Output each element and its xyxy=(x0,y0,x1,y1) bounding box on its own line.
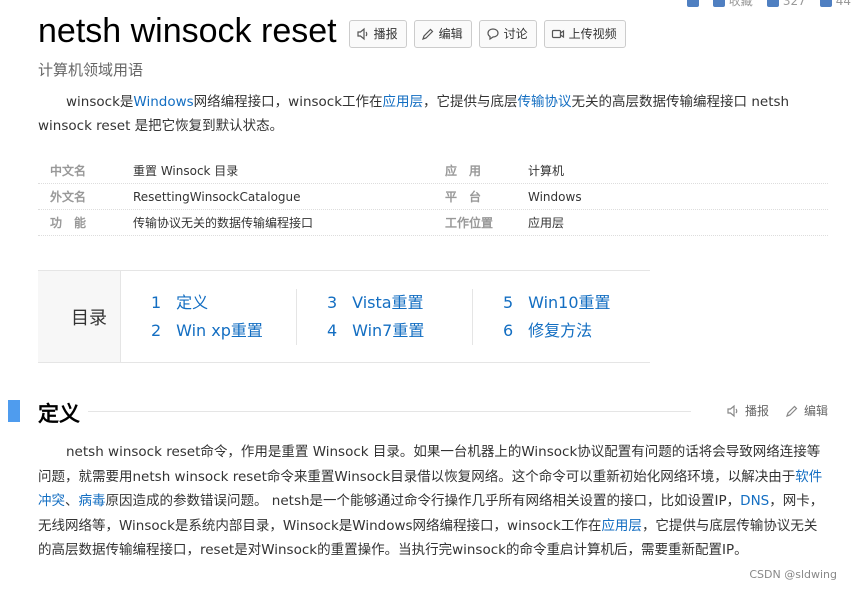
favorite-button[interactable]: 收藏 xyxy=(712,0,753,9)
info-key: 平 台 xyxy=(445,190,482,204)
info-value: ResettingWinsockCatalogue xyxy=(133,189,301,204)
toc-number: 4 xyxy=(327,321,338,340)
toc-body: 1 定义 2 Win xp重置 3 Vista重置 4 Win7重置 5 Win… xyxy=(121,271,650,362)
info-row: 功 能 传输协议无关的数据传输编程接口 工作位置 应用层 xyxy=(38,210,828,236)
section-header: 定义 播报 编辑 xyxy=(0,398,851,428)
toc-text: Win10重置 xyxy=(528,293,611,312)
section-divider xyxy=(38,411,691,412)
share-counter[interactable] xyxy=(686,0,699,9)
info-value: 应用层 xyxy=(528,216,565,230)
toc-number: 2 xyxy=(151,321,162,340)
share-arrow-icon xyxy=(819,0,832,7)
info-value: 传输协议无关的数据传输编程接口 xyxy=(133,216,314,230)
pencil-icon xyxy=(421,28,433,40)
section-edit-button[interactable]: 编辑 xyxy=(785,402,828,419)
star-icon xyxy=(712,0,725,7)
section-play-button[interactable]: 播报 xyxy=(726,402,769,419)
upload-video-button[interactable]: 上传视频 xyxy=(543,19,626,48)
link-windows[interactable]: Windows xyxy=(133,94,193,110)
link-application-layer[interactable]: 应用层 xyxy=(601,518,642,534)
share-button[interactable]: 44 xyxy=(819,0,851,9)
info-value: Windows xyxy=(528,189,582,204)
title-toolbar: 播报 编辑 讨论 上传视频 xyxy=(348,19,626,48)
info-value: 重置 Winsock 目录 xyxy=(133,164,239,178)
table-of-contents: 目录 1 定义 2 Win xp重置 3 Vista重置 4 Win7重置 5 … xyxy=(38,270,650,363)
upload-video-label: 上传视频 xyxy=(568,27,617,41)
page-title: netsh winsock reset xyxy=(38,12,337,50)
pencil-icon xyxy=(786,405,798,417)
section-play-label: 播报 xyxy=(744,404,769,418)
info-row: 中文名 重置 Winsock 目录 应 用 计算机 xyxy=(38,158,828,184)
basic-info-table: 中文名 重置 Winsock 目录 应 用 计算机 外文名 ResettingW… xyxy=(38,158,828,236)
toc-text: 修复方法 xyxy=(528,321,593,340)
share-count: 44 xyxy=(835,0,851,8)
edit-button[interactable]: 编辑 xyxy=(413,19,472,48)
toc-item-definition[interactable]: 1 定义 xyxy=(151,289,296,317)
toc-column: 5 Win10重置 6 修复方法 xyxy=(473,289,649,345)
info-key: 功 能 xyxy=(50,216,87,230)
top-stats-bar: 收藏 327 44 xyxy=(686,0,851,9)
toc-item-repair[interactable]: 6 修复方法 xyxy=(503,317,649,345)
toc-number: 3 xyxy=(327,293,338,312)
section-paragraph: netsh winsock reset命令，作用是重置 Winsock 目录。如… xyxy=(38,440,828,563)
summary-text: 网络编程接口，winsock工作在 xyxy=(193,94,383,110)
toc-number: 6 xyxy=(503,321,514,340)
watermark: CSDN @sldwing xyxy=(749,568,837,581)
subtitle: 计算机领域用语 xyxy=(38,61,144,79)
toc-text: Win7重置 xyxy=(352,321,425,340)
favorite-label: 收藏 xyxy=(728,0,753,8)
section-title: 定义 xyxy=(38,398,88,428)
toc-text: 定义 xyxy=(176,293,209,312)
link-virus[interactable]: 病毒 xyxy=(79,493,106,509)
toc-item-winxp[interactable]: 2 Win xp重置 xyxy=(151,317,296,345)
section-text: 原因造成的参数错误问题。 netsh是一个能够通过命令行操作几乎所有网络相关设置… xyxy=(105,493,741,509)
info-key: 应 用 xyxy=(445,164,482,178)
section-text: netsh winsock reset命令，作用是重置 Winsock 目录。如… xyxy=(38,444,821,485)
toc-item-win7[interactable]: 4 Win7重置 xyxy=(327,317,472,345)
info-key: 外文名 xyxy=(50,190,87,204)
summary-paragraph: winsock是Windows网络编程接口，winsock工作在应用层，它提供与… xyxy=(38,90,818,138)
play-button[interactable]: 播报 xyxy=(348,19,407,48)
discuss-button[interactable]: 讨论 xyxy=(478,19,537,48)
speaker-icon xyxy=(727,404,738,417)
toc-item-vista[interactable]: 3 Vista重置 xyxy=(327,289,472,317)
edit-label: 编辑 xyxy=(438,27,463,41)
like-button[interactable]: 327 xyxy=(766,0,806,9)
speaker-icon xyxy=(356,27,367,40)
toc-number: 5 xyxy=(503,293,514,312)
info-key: 中文名 xyxy=(50,164,87,178)
summary-text: winsock是 xyxy=(66,94,134,110)
toc-text: Vista重置 xyxy=(352,293,424,312)
discuss-label: 讨论 xyxy=(503,27,528,41)
section-toolbar: 播报 编辑 xyxy=(726,402,828,419)
link-transport-protocol[interactable]: 传输协议 xyxy=(518,94,572,110)
title-row: netsh winsock reset 播报 编辑 讨论 上传视频 xyxy=(38,12,626,51)
toc-column: 3 Vista重置 4 Win7重置 xyxy=(297,289,473,345)
link-dns[interactable]: DNS xyxy=(740,493,769,509)
like-count: 327 xyxy=(782,0,806,8)
summary-text: ，它提供与底层 xyxy=(423,94,518,110)
toc-label: 目录 xyxy=(38,271,121,362)
link-application-layer[interactable]: 应用层 xyxy=(383,94,424,110)
info-row: 外文名 ResettingWinsockCatalogue 平 台 Window… xyxy=(38,184,828,210)
section-edit-label: 编辑 xyxy=(803,404,828,418)
toc-item-win10[interactable]: 5 Win10重置 xyxy=(503,289,649,317)
link-computer[interactable]: 计算机 xyxy=(528,162,564,179)
share-icon xyxy=(686,0,699,7)
thumb-up-icon xyxy=(766,0,779,7)
section-marker xyxy=(8,400,20,422)
chat-bubble-icon xyxy=(487,27,499,40)
info-key: 工作位置 xyxy=(445,216,494,230)
toc-number: 1 xyxy=(151,293,162,312)
toc-column: 1 定义 2 Win xp重置 xyxy=(121,289,297,345)
section-text: 、 xyxy=(65,493,79,509)
video-camera-icon xyxy=(551,29,564,38)
play-label: 播报 xyxy=(373,27,398,41)
toc-text: Win xp重置 xyxy=(176,321,263,340)
